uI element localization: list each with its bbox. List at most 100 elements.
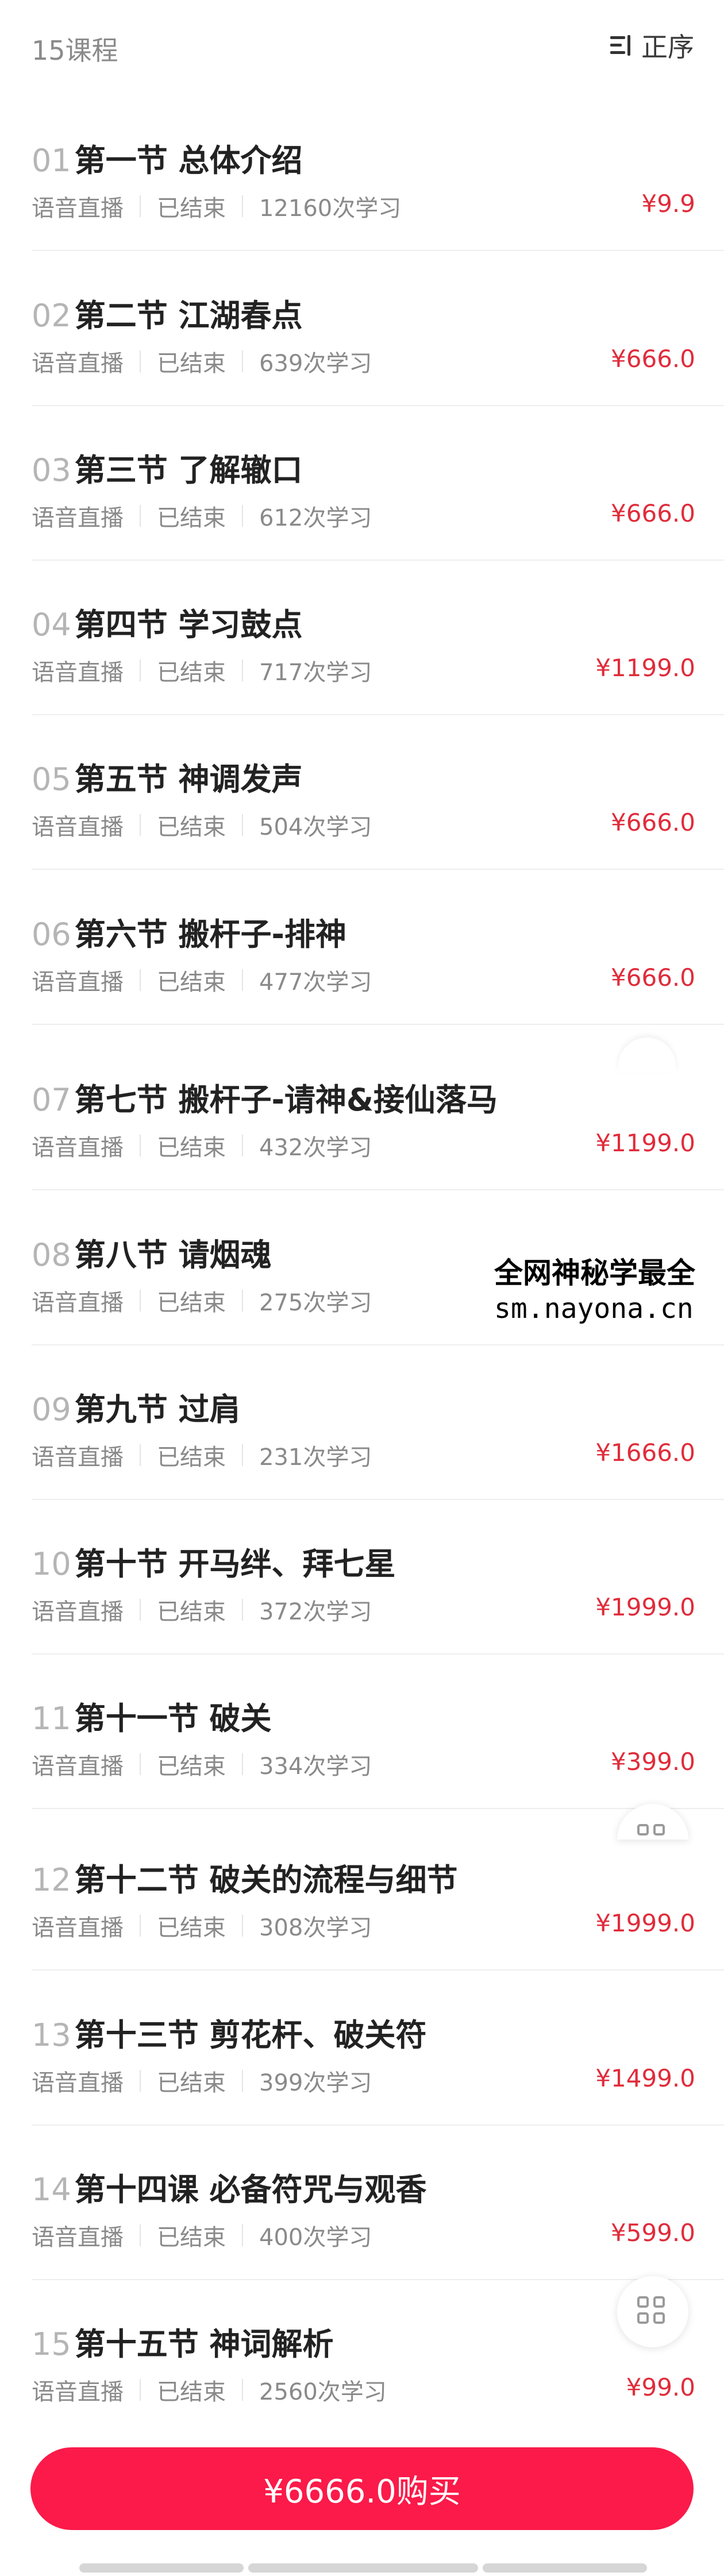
course-status: 已结束	[157, 2070, 226, 2096]
course-type: 语音直播	[32, 2224, 124, 2251]
course-title: 10 第十节 开马绊、拜七星	[32, 1538, 396, 1584]
course-price: ¥1999.0	[595, 1593, 695, 1621]
grid-menu-icon	[637, 1824, 668, 1839]
course-learners: 612次学习	[259, 505, 372, 531]
course-type: 语音直播	[32, 1444, 124, 1471]
course-learners: 231次学习	[259, 1444, 372, 1471]
meta-divider	[242, 1135, 243, 1156]
course-type: 语音直播	[32, 2070, 124, 2096]
watermark-line-2: sm.nayona.cn	[494, 1293, 694, 1325]
course-learners: 2560次学习	[259, 2379, 387, 2405]
floating-menu-button-partial[interactable]	[617, 1804, 688, 1840]
course-price: ¥1499.0	[595, 2064, 695, 2092]
course-title-text: 第五节 神调发声	[74, 761, 303, 797]
course-meta: 语音直播 已结束 400次学习	[32, 2219, 372, 2252]
course-status: 已结束	[157, 814, 226, 840]
floating-menu-button[interactable]	[617, 2276, 688, 2347]
course-number: 08	[32, 1237, 71, 1273]
course-title-text: 第七节 搬杆子-请神&接仙落马	[74, 1082, 498, 1118]
course-number: 07	[32, 1082, 71, 1118]
course-meta: 语音直播 已结束 2560次学习	[32, 2373, 387, 2407]
course-type: 语音直播	[32, 660, 124, 686]
course-number: 10	[32, 1546, 71, 1582]
course-meta: 语音直播 已结束 12160次学习	[32, 190, 401, 223]
course-number: 05	[32, 761, 71, 797]
course-title-text: 第六节 搬杆子-排神	[74, 916, 346, 952]
row-divider	[32, 714, 724, 715]
row-divider	[32, 1344, 724, 1345]
course-price: ¥1999.0	[595, 1909, 695, 1937]
course-title: 02 第二节 江湖春点	[32, 290, 303, 336]
course-title-text: 第十五节 神词解析	[74, 2326, 334, 2362]
course-learners: 275次学习	[259, 1290, 372, 1316]
course-number: 13	[32, 2017, 71, 2053]
course-price: ¥666.0	[611, 963, 695, 992]
meta-divider	[140, 195, 141, 217]
course-meta: 语音直播 已结束 477次学习	[32, 963, 372, 997]
row-divider	[32, 869, 724, 870]
meta-divider	[140, 1290, 141, 1312]
course-status: 已结束	[157, 195, 226, 222]
course-price: ¥1199.0	[595, 654, 695, 682]
meta-divider	[242, 814, 243, 836]
course-meta: 语音直播 已结束 231次学习	[32, 1439, 372, 1472]
course-type: 语音直播	[32, 350, 124, 377]
course-type: 语音直播	[32, 1599, 124, 1625]
course-number: 12	[32, 1862, 71, 1898]
meta-divider	[140, 2070, 141, 2092]
course-type: 语音直播	[32, 505, 124, 531]
course-title: 04 第四节 学习鼓点	[32, 599, 303, 645]
meta-divider	[140, 2224, 141, 2246]
course-title: 08 第八节 请烟魂	[32, 1229, 272, 1275]
course-title-text: 第十二节 破关的流程与细节	[74, 1862, 458, 1898]
sort-toggle-button[interactable]: 正序	[608, 26, 694, 64]
course-learners: 334次学习	[259, 1753, 372, 1780]
course-title-text: 第十一节 破关	[74, 1700, 272, 1737]
course-title: 03 第三节 了解辙口	[32, 445, 303, 490]
course-title: 13 第十三节 剪花杆、破关符	[32, 2010, 427, 2055]
meta-divider	[140, 969, 141, 991]
course-meta: 语音直播 已结束 334次学习	[32, 1748, 372, 1781]
course-type: 语音直播	[32, 2379, 124, 2405]
meta-divider	[242, 969, 243, 991]
course-title-text: 第一节 总体介绍	[74, 142, 303, 179]
buy-button[interactable]: ¥6666.0购买	[30, 2447, 694, 2530]
row-divider	[32, 1189, 724, 1190]
course-price: ¥1666.0	[595, 1439, 695, 1467]
meta-divider	[140, 505, 141, 527]
course-learners: 308次学习	[259, 1915, 372, 1941]
course-meta: 语音直播 已结束 372次学习	[32, 1593, 372, 1626]
course-learners: 717次学习	[259, 660, 372, 686]
course-title-text: 第十三节 剪花杆、破关符	[74, 2017, 427, 2053]
meta-divider	[242, 505, 243, 527]
sort-label: 正序	[641, 32, 694, 63]
course-title: 05 第五节 神调发声	[32, 754, 303, 799]
grid-menu-icon	[637, 2296, 668, 2327]
meta-divider	[140, 660, 141, 681]
course-number: 04	[32, 607, 71, 643]
course-type: 语音直播	[32, 195, 124, 222]
course-status: 已结束	[157, 1753, 226, 1780]
course-title: 14 第十四课 必备符咒与观香	[32, 2164, 427, 2209]
course-status: 已结束	[157, 969, 226, 996]
course-status: 已结束	[157, 2224, 226, 2251]
meta-divider	[242, 1290, 243, 1312]
course-status: 已结束	[157, 505, 226, 531]
course-number: 03	[32, 452, 71, 488]
course-learners: 400次学习	[259, 2224, 372, 2251]
course-status: 已结束	[157, 660, 226, 686]
meta-divider	[242, 1753, 243, 1775]
sort-order-icon	[608, 33, 633, 58]
course-price: ¥9.9	[641, 190, 695, 218]
course-status: 已结束	[157, 1444, 226, 1471]
course-type: 语音直播	[32, 1753, 124, 1780]
row-divider	[32, 1024, 724, 1025]
floating-button-partial[interactable]	[618, 1038, 676, 1072]
meta-divider	[140, 1135, 141, 1156]
course-price: ¥666.0	[611, 345, 695, 373]
row-divider	[32, 250, 724, 251]
row-divider	[32, 405, 724, 406]
course-title-text: 第四节 学习鼓点	[74, 607, 303, 643]
course-meta: 语音直播 已结束 432次学习	[32, 1129, 372, 1162]
watermark-overlay: 全网神秘学最全 sm.nayona.cn	[494, 1255, 695, 1326]
